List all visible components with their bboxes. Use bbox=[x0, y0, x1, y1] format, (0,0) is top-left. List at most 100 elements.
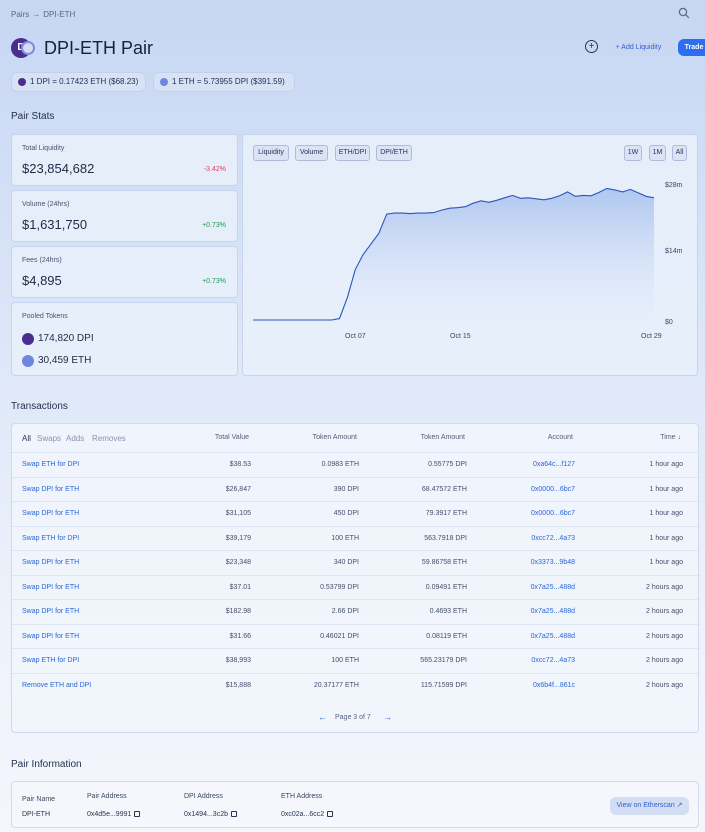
transaction-action-link[interactable]: Swap DPI for ETH bbox=[22, 584, 79, 591]
column-total-value[interactable]: Total Value bbox=[215, 434, 249, 441]
dpi-address-text: 0x1494...3c2b bbox=[184, 811, 228, 818]
table-row: Swap ETH for DPI $38,993 100 ETH 565.23179 … bbox=[12, 648, 700, 673]
copy-icon[interactable] bbox=[327, 811, 334, 817]
total-value-cell: $31,105 bbox=[225, 510, 251, 517]
eth-token-icon bbox=[160, 78, 168, 86]
total-value-cell: $31.66 bbox=[229, 632, 251, 640]
filter-adds[interactable]: Adds bbox=[66, 434, 84, 443]
breadcrumb-current: DPI-ETH bbox=[43, 10, 76, 19]
time-cell: 2 hours ago bbox=[646, 681, 683, 689]
column-token-amount-2[interactable]: Token Amount bbox=[421, 434, 465, 441]
total-value-cell: $182.98 bbox=[225, 608, 251, 615]
eth-address-value[interactable]: 0xc02a...6cc2 bbox=[281, 811, 334, 818]
pair-logo-icon: D bbox=[11, 38, 35, 60]
eth-rate-text: 1 ETH = 5.73955 DPI ($391.59) bbox=[172, 77, 285, 86]
search-icon[interactable] bbox=[678, 7, 690, 19]
account-link[interactable]: 0xa64c...f127 bbox=[533, 461, 575, 468]
transaction-action-link[interactable]: Swap DPI for ETH bbox=[22, 608, 79, 615]
breadcrumb: Pairs → DPI-ETH bbox=[11, 10, 75, 19]
pair-address-label: Pair Address bbox=[87, 793, 127, 800]
token-amount-1-cell: 20.37177 ETH bbox=[313, 681, 359, 689]
total-value-cell: $38,993 bbox=[225, 657, 251, 664]
watchlist-plus-icon[interactable]: + bbox=[585, 40, 598, 53]
token-amount-1-cell: 390 DPI bbox=[333, 485, 359, 493]
add-liquidity-button[interactable]: + Add Liquidity bbox=[603, 39, 674, 56]
pair-name-label: Pair Name bbox=[22, 796, 56, 803]
dpi-rate-badge: 1 DPI = 0.17423 ETH ($68.23) bbox=[11, 72, 146, 92]
page-indicator: Page 3 of 7 bbox=[335, 714, 371, 721]
breadcrumb-pairs-link[interactable]: Pairs bbox=[11, 10, 29, 19]
account-link[interactable]: 0x6b4f...861c bbox=[533, 682, 575, 689]
transactions-title: Transactions bbox=[11, 401, 68, 412]
total-value-cell: $38.53 bbox=[229, 461, 251, 468]
copy-icon[interactable] bbox=[230, 811, 237, 817]
transaction-action-link[interactable]: Swap ETH for DPI bbox=[22, 535, 79, 542]
table-row: Swap DPI for ETH $31,105 450 DPI 79.3917 ET… bbox=[12, 501, 700, 526]
table-row: Swap DPI for ETH $182.98 2.66 DPI 0.4693 ET… bbox=[12, 599, 700, 624]
token-amount-1-cell: 2.66 DPI bbox=[331, 608, 359, 615]
account-link[interactable]: 0xcc72...4a73 bbox=[531, 657, 575, 664]
pair-address-value[interactable]: 0x4d5e...9991 bbox=[87, 811, 141, 818]
column-time[interactable]: Time ↓ bbox=[660, 434, 681, 441]
account-link[interactable]: 0x7a25...488d bbox=[531, 633, 575, 640]
time-cell: 1 hour ago bbox=[649, 534, 683, 542]
token-amount-2-cell: 115.71599 DPI bbox=[420, 681, 467, 689]
account-link[interactable]: 0xcc72...4a73 bbox=[531, 535, 575, 542]
account-link[interactable]: 0x7a25...488d bbox=[531, 584, 575, 591]
account-link[interactable]: 0x0000...6bc7 bbox=[531, 510, 575, 517]
token-amount-2-cell: 0.09491 ETH bbox=[425, 583, 467, 591]
copy-icon[interactable] bbox=[134, 811, 141, 817]
token-amount-1-cell: 0.53799 DPI bbox=[320, 583, 359, 591]
transaction-action-link[interactable]: Swap DPI for ETH bbox=[22, 486, 79, 493]
token-amount-2-cell: 0.08119 ETH bbox=[426, 632, 467, 640]
pooled-tokens-label: Pooled Tokens bbox=[22, 313, 68, 320]
page-title: DPI-ETH Pair bbox=[44, 38, 154, 58]
transaction-action-link[interactable]: Swap ETH for DPI bbox=[22, 657, 79, 664]
x-tick-label: Oct 07 bbox=[345, 333, 366, 340]
trade-button[interactable]: Trade bbox=[678, 39, 705, 56]
dpi-address-value[interactable]: 0x1494...3c2b bbox=[184, 811, 237, 818]
token-amount-2-cell: 565.23179 DPI bbox=[420, 657, 467, 664]
account-link[interactable]: 0x3373...9b48 bbox=[531, 559, 575, 566]
pooled-eth-value: 30,459 ETH bbox=[38, 355, 92, 366]
next-page-arrow[interactable]: → bbox=[383, 712, 392, 722]
dpi-token-icon bbox=[22, 333, 34, 345]
transaction-action-link[interactable]: Swap ETH for DPI bbox=[22, 461, 79, 468]
total-liquidity-value: $23,854,682 bbox=[22, 161, 95, 176]
prev-page-arrow[interactable]: ← bbox=[318, 712, 327, 722]
fees-value: $4,895 bbox=[22, 273, 62, 288]
liquidity-chart[interactable]: $28m $14m $0 Oct 07 Oct 15 Oct 29 bbox=[243, 135, 698, 376]
eth-rate-badge: 1 ETH = 5.73955 DPI ($391.59) bbox=[153, 72, 295, 92]
view-on-etherscan-button[interactable]: View on Etherscan ↗ bbox=[610, 797, 689, 815]
column-token-amount-1[interactable]: Token Amount bbox=[313, 434, 357, 441]
transaction-action-link[interactable]: Remove ETH and DPI bbox=[22, 682, 91, 689]
time-cell: 2 hours ago bbox=[646, 632, 683, 640]
top-bar: Pairs → DPI-ETH bbox=[0, 0, 705, 28]
column-account[interactable]: Account bbox=[548, 434, 573, 441]
total-liquidity-card: Total Liquidity $23,854,682 -3.42% bbox=[11, 134, 238, 186]
filter-removes[interactable]: Removes bbox=[92, 434, 126, 443]
time-cell: 2 hours ago bbox=[646, 657, 683, 664]
filter-swaps[interactable]: Swaps bbox=[37, 434, 61, 443]
table-row: Swap DPI for ETH $23,348 340 DPI 59.86758 E… bbox=[12, 550, 700, 575]
y-tick-label: $28m bbox=[665, 182, 683, 189]
total-value-cell: $23,348 bbox=[225, 559, 251, 566]
account-link[interactable]: 0x0000...6bc7 bbox=[531, 486, 575, 493]
transaction-action-link[interactable]: Swap DPI for ETH bbox=[22, 633, 79, 640]
chart-card: Liquidity Volume ETH/DPI DPI/ETH 1W 1M A… bbox=[242, 134, 698, 376]
account-link[interactable]: 0x7a25...488d bbox=[531, 608, 575, 615]
eth-token-icon bbox=[22, 355, 34, 367]
token-amount-1-cell: 450 DPI bbox=[333, 510, 359, 517]
time-cell: 1 hour ago bbox=[649, 485, 683, 493]
filter-all[interactable]: All bbox=[22, 434, 31, 443]
total-value-cell: $26,847 bbox=[225, 485, 251, 493]
token-amount-1-cell: 0.46021 DPI bbox=[320, 632, 359, 640]
table-row: Swap DPI for ETH $26,847 390 DPI 68.47572 E… bbox=[12, 476, 700, 502]
transaction-action-link[interactable]: Swap DPI for ETH bbox=[22, 510, 79, 517]
dpi-rate-text: 1 DPI = 0.17423 ETH ($68.23) bbox=[30, 77, 139, 86]
token-amount-2-cell: 563.7918 DPI bbox=[424, 534, 467, 542]
breadcrumb-arrow: → bbox=[32, 10, 41, 19]
transaction-action-link[interactable]: Swap DPI for ETH bbox=[22, 559, 79, 566]
y-tick-label: $0 bbox=[665, 319, 673, 326]
transactions-card: All Swaps Adds Removes Total Value Token… bbox=[11, 423, 700, 733]
